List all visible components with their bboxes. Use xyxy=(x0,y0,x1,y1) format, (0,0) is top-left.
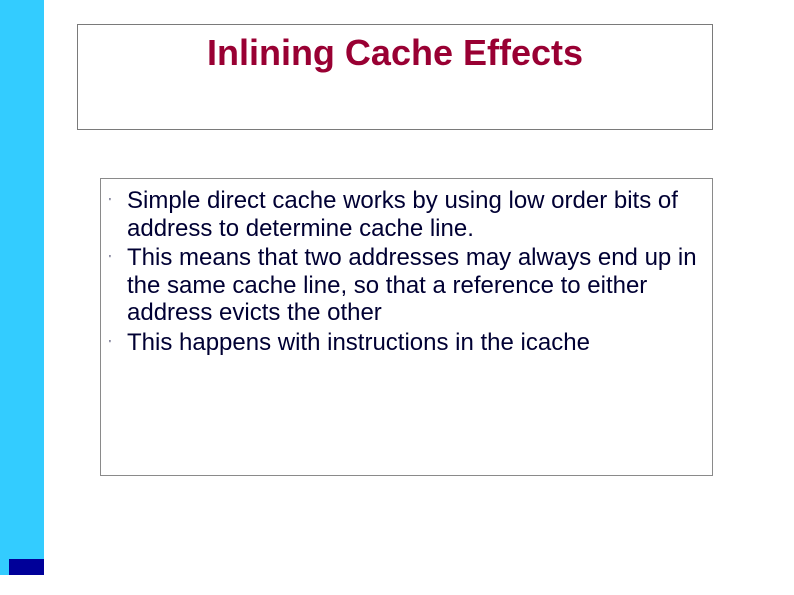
bullet-marker-icon: ' xyxy=(109,187,127,217)
bullet-marker-icon: ' xyxy=(109,244,127,274)
bullet-text: This means that two addresses may always… xyxy=(127,244,700,327)
bullet-text: This happens with instructions in the ic… xyxy=(127,329,590,357)
content-container: ' Simple direct cache works by using low… xyxy=(100,178,713,476)
slide-title: Inlining Cache Effects xyxy=(78,32,712,74)
bullet-marker-icon: ' xyxy=(109,329,127,359)
corner-accent-box xyxy=(9,559,44,575)
left-accent-bar xyxy=(0,0,44,575)
bullet-item: ' This happens with instructions in the … xyxy=(109,329,700,359)
title-container: Inlining Cache Effects xyxy=(77,24,713,130)
bullet-item: ' Simple direct cache works by using low… xyxy=(109,187,700,242)
bullet-text: Simple direct cache works by using low o… xyxy=(127,187,700,242)
bullet-item: ' This means that two addresses may alwa… xyxy=(109,244,700,327)
